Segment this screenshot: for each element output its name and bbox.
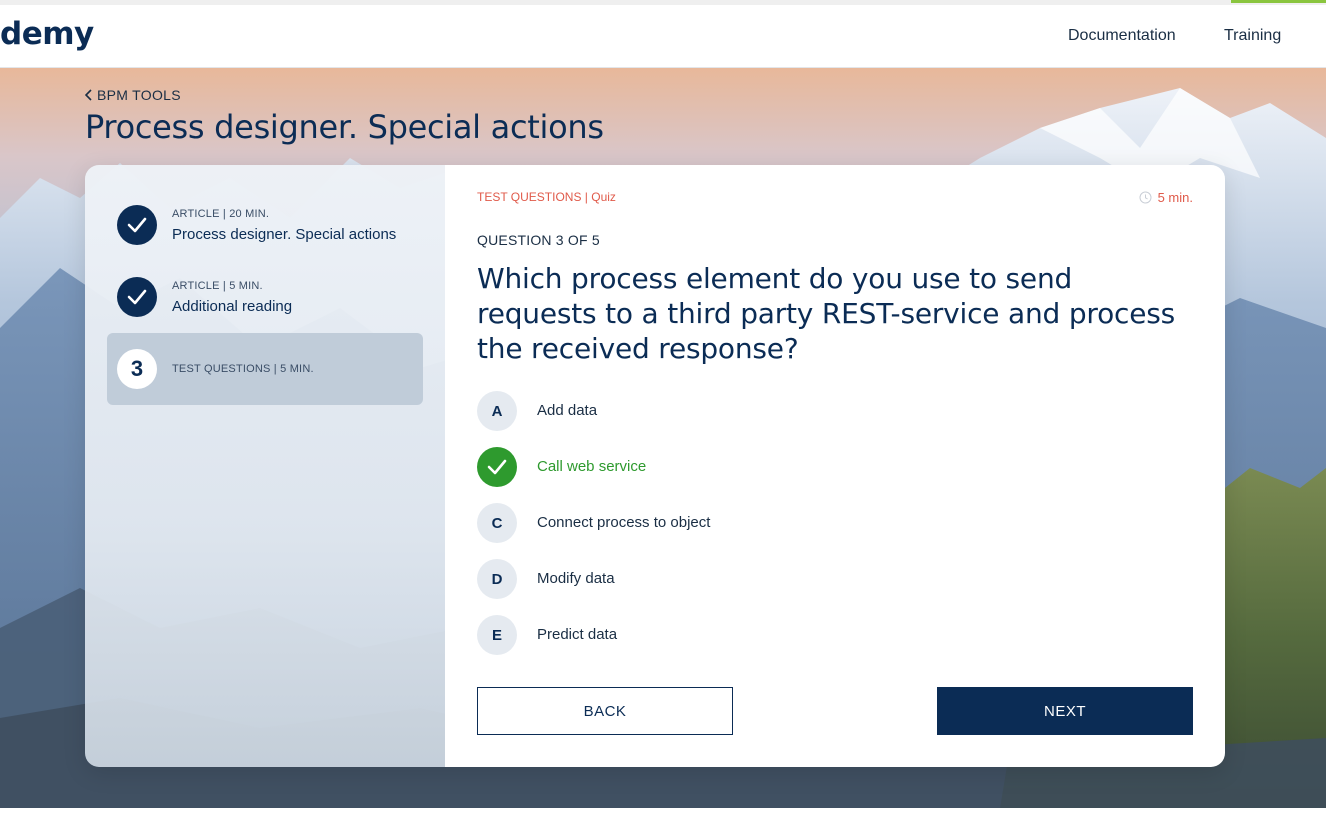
step-title: Process designer. Special actions <box>172 226 397 243</box>
site-logo[interactable]: demy <box>0 16 94 52</box>
nav-documentation[interactable]: Documentation <box>1068 27 1176 45</box>
page-title: Process designer. Special actions <box>85 108 604 146</box>
option-letter-badge: D <box>477 559 517 599</box>
step-item-3-active[interactable]: 3 TEST QUESTIONS | 5 MIN. <box>107 333 423 405</box>
checkmark-icon <box>127 217 147 233</box>
option-label: Modify data <box>537 570 615 587</box>
step-meta: TEST QUESTIONS | 5 MIN. <box>172 363 314 375</box>
question-counter: QUESTION 3 OF 5 <box>477 232 600 248</box>
answer-option-b-selected[interactable]: Call web service <box>477 447 977 487</box>
option-label: Predict data <box>537 626 618 643</box>
next-button[interactable]: NEXT <box>937 687 1193 735</box>
step-number-badge: 3 <box>117 349 157 389</box>
clock-icon <box>1139 191 1152 204</box>
answer-option-c[interactable]: C Connect process to object <box>477 503 977 543</box>
answer-option-e[interactable]: E Predict data <box>477 615 977 655</box>
breadcrumb-label: BPM TOOLS <box>97 87 181 103</box>
option-label: Call web service <box>537 458 647 475</box>
step-title: Additional reading <box>172 298 293 315</box>
step-item-2[interactable]: ARTICLE | 5 MIN. Additional reading <box>107 262 423 334</box>
back-button[interactable]: BACK <box>477 687 733 735</box>
answer-option-a[interactable]: A Add data <box>477 391 977 431</box>
quiz-timer: 5 min. <box>1139 190 1193 205</box>
top-strip-accent <box>1231 0 1326 3</box>
step-completed-badge <box>117 277 157 317</box>
checkmark-icon <box>487 459 507 475</box>
timer-label: 5 min. <box>1157 190 1193 205</box>
lesson-card: ARTICLE | 20 MIN. Process designer. Spec… <box>85 165 1225 767</box>
page-footer <box>0 808 1326 832</box>
option-letter-badge: E <box>477 615 517 655</box>
lesson-steps-sidebar: ARTICLE | 20 MIN. Process designer. Spec… <box>85 165 445 767</box>
step-item-1[interactable]: ARTICLE | 20 MIN. Process designer. Spec… <box>107 190 423 262</box>
breadcrumb-back-link[interactable]: BPM TOOLS <box>85 87 181 103</box>
option-label: Connect process to object <box>537 514 711 531</box>
site-header: demy Documentation Training <box>0 5 1326 68</box>
option-label: Add data <box>537 402 598 419</box>
nav-training[interactable]: Training <box>1224 27 1281 45</box>
option-letter-badge: A <box>477 391 517 431</box>
option-letter-badge: C <box>477 503 517 543</box>
option-correct-badge <box>477 447 517 487</box>
checkmark-icon <box>127 289 147 305</box>
step-meta: ARTICLE | 5 MIN. <box>172 280 263 292</box>
question-text: Which process element do you use to send… <box>477 262 1176 365</box>
quiz-panel: TEST QUESTIONS | Quiz 5 min. QUESTION 3 … <box>445 165 1225 767</box>
chevron-left-icon <box>85 89 92 101</box>
answer-option-d[interactable]: D Modify data <box>477 559 977 599</box>
step-meta: ARTICLE | 20 MIN. <box>172 208 270 220</box>
step-completed-badge <box>117 205 157 245</box>
quiz-tag: TEST QUESTIONS | Quiz <box>477 190 616 204</box>
